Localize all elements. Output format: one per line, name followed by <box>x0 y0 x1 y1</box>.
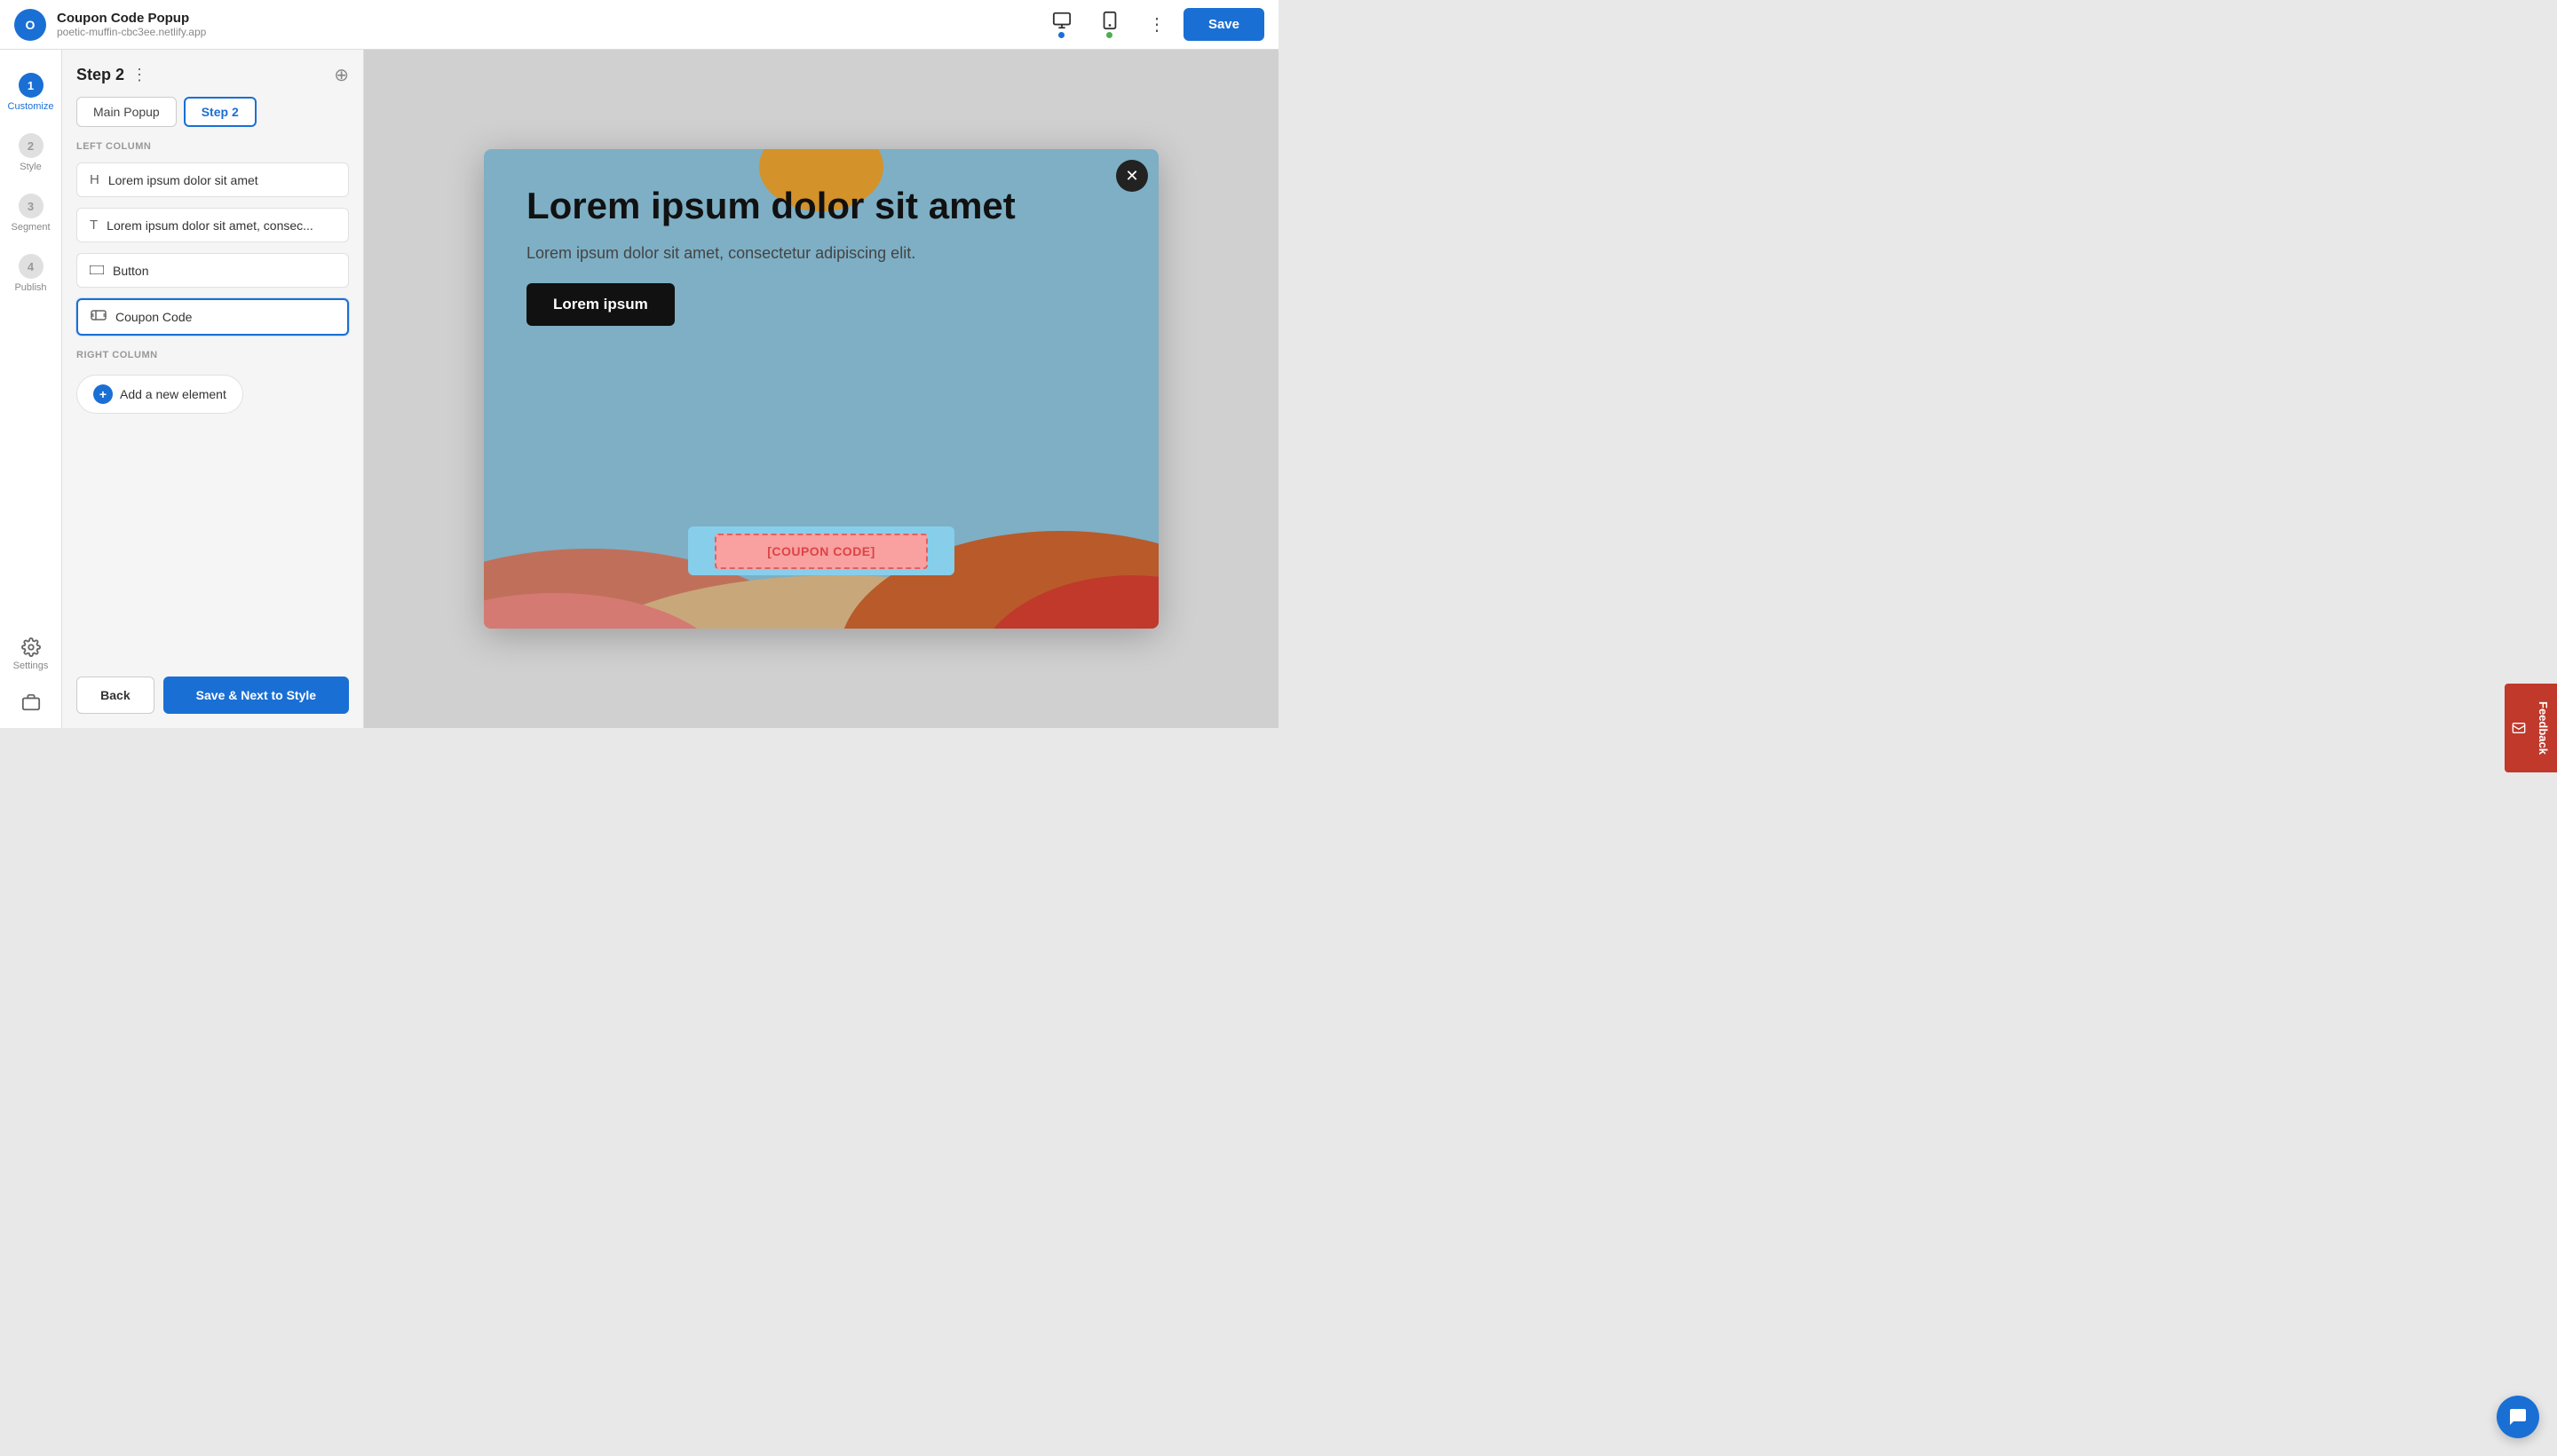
portfolio-nav-btn[interactable] <box>0 684 61 721</box>
site-info: Coupon Code Popup poetic-muffin-cbc3ee.n… <box>57 11 1034 38</box>
element-text[interactable]: T Lorem ipsum dolor sit amet, consec... <box>76 208 349 242</box>
step-more-btn[interactable]: ⋮ <box>131 66 147 84</box>
step-add-btn[interactable]: ⊕ <box>334 64 349 86</box>
step-title: Step 2 ⋮ <box>76 66 147 84</box>
element-coupon-label: Coupon Code <box>115 310 192 324</box>
popup-content: Lorem ipsum dolor sit amet Lorem ipsum d… <box>484 149 1159 629</box>
element-button-label: Button <box>113 264 148 278</box>
nav-label-publish: Publish <box>14 282 46 293</box>
sidebar-panel: Step 2 ⋮ ⊕ Main Popup Step 2 LEFT COLUMN… <box>62 50 364 728</box>
back-btn[interactable]: Back <box>76 677 154 714</box>
nav-circle-style: 2 <box>19 133 44 158</box>
nav-circle-customize: 1 <box>19 73 44 98</box>
mobile-device-btn[interactable] <box>1093 7 1127 42</box>
settings-nav-label: Settings <box>13 661 49 671</box>
desktop-dot <box>1058 32 1065 38</box>
header: O Coupon Code Popup poetic-muffin-cbc3ee… <box>0 0 1278 50</box>
right-column-label: RIGHT COLUMN <box>76 350 349 360</box>
element-coupon[interactable]: Coupon Code <box>76 298 349 336</box>
left-column-label: LEFT COLUMN <box>76 141 349 152</box>
close-icon: ✕ <box>1125 167 1138 186</box>
add-element-btn[interactable]: + Add a new element <box>76 375 243 414</box>
coupon-row: [COUPON CODE] <box>484 526 1159 575</box>
popup-top-section: Lorem ipsum dolor sit amet Lorem ipsum d… <box>484 149 1159 451</box>
heading-icon: H <box>90 172 99 187</box>
sidebar-item-segment[interactable]: 3 Segment <box>0 185 61 241</box>
step-tabs: Main Popup Step 2 <box>76 97 349 127</box>
canvas-area: ✕ Lorem ipsum dolor sit amet Lorem ipsum… <box>364 50 1278 728</box>
popup-bottom-art: [COUPON CODE] <box>484 451 1159 629</box>
nav-label-segment: Segment <box>11 222 50 233</box>
feedback-icon <box>2512 721 2526 735</box>
desktop-device-btn[interactable] <box>1045 7 1079 42</box>
coupon-icon <box>91 309 107 325</box>
chat-icon <box>2507 1406 2529 1428</box>
element-text-label: Lorem ipsum dolor sit amet, consec... <box>107 218 313 233</box>
popup-subtext: Lorem ipsum dolor sit amet, consectetur … <box>526 241 1116 265</box>
popup-cta-btn[interactable]: Lorem ipsum <box>526 283 675 326</box>
sidebar-item-style[interactable]: 2 Style <box>0 124 61 181</box>
chat-bubble[interactable] <box>2497 1396 2539 1438</box>
mobile-dot <box>1106 32 1112 38</box>
left-nav: 1 Customize 2 Style 3 Segment 4 Publish … <box>0 50 62 728</box>
settings-nav-btn[interactable]: Settings <box>0 629 61 680</box>
add-element-plus-icon: + <box>93 384 113 404</box>
nav-circle-segment: 3 <box>19 194 44 218</box>
page-title: Coupon Code Popup <box>57 11 1034 26</box>
button-icon <box>90 263 104 278</box>
tab-step2[interactable]: Step 2 <box>184 97 257 127</box>
popup-preview: ✕ Lorem ipsum dolor sit amet Lorem ipsum… <box>484 149 1159 629</box>
device-switcher: ⋮ <box>1045 7 1173 42</box>
header-save-btn[interactable]: Save <box>1184 8 1264 41</box>
sidebar-header: Step 2 ⋮ ⊕ <box>76 64 349 86</box>
element-button[interactable]: Button <box>76 253 349 288</box>
sidebar-item-publish[interactable]: 4 Publish <box>0 245 61 302</box>
coupon-inner: [COUPON CODE] <box>715 534 928 569</box>
element-heading-label: Lorem ipsum dolor sit amet <box>108 173 258 187</box>
sidebar-item-customize[interactable]: 1 Customize <box>0 64 61 121</box>
nav-label-customize: Customize <box>8 101 54 112</box>
feedback-label: Feedback <box>2537 701 2550 755</box>
sidebar-footer: Back Save & Next to Style <box>76 669 349 714</box>
feedback-tab[interactable]: Feedback <box>2505 684 2557 772</box>
header-more-btn[interactable]: ⋮ <box>1141 10 1173 39</box>
nav-circle-publish: 4 <box>19 254 44 279</box>
site-url: poetic-muffin-cbc3ee.netlify.app <box>57 26 1034 38</box>
coupon-code-text: [COUPON CODE] <box>767 544 875 558</box>
app-logo: O <box>14 9 46 41</box>
text-icon: T <box>90 218 98 233</box>
popup-heading: Lorem ipsum dolor sit amet <box>526 185 1116 227</box>
coupon-box: [COUPON CODE] <box>688 526 954 575</box>
tab-main-popup[interactable]: Main Popup <box>76 97 177 127</box>
save-next-btn[interactable]: Save & Next to Style <box>163 677 349 714</box>
element-heading[interactable]: H Lorem ipsum dolor sit amet <box>76 162 349 197</box>
main-layout: 1 Customize 2 Style 3 Segment 4 Publish … <box>0 50 1278 728</box>
popup-close-btn[interactable]: ✕ <box>1116 160 1148 192</box>
add-element-label: Add a new element <box>120 387 226 401</box>
nav-label-style: Style <box>20 162 41 172</box>
